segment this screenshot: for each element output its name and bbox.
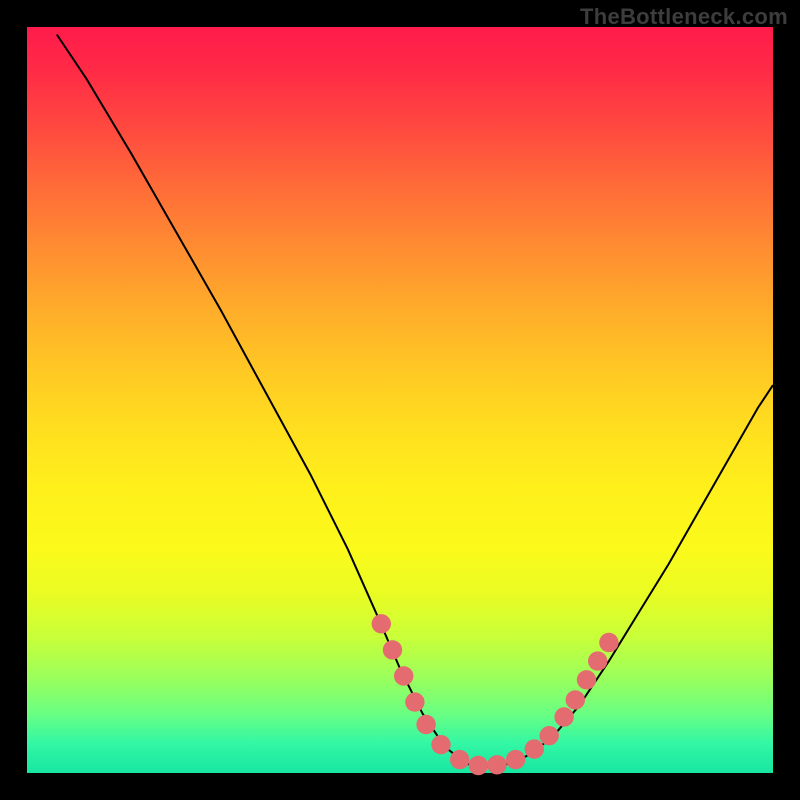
curve-layer [27,27,773,773]
highlight-dots-group [372,614,619,775]
highlight-dot [566,690,585,709]
highlight-dot [394,666,413,685]
highlight-dot [487,755,506,774]
highlight-dot [450,750,469,769]
highlight-dot [372,614,391,633]
highlight-dot [554,707,573,726]
highlight-dot [588,651,607,670]
bottleneck-curve [57,35,773,768]
highlight-dot [431,735,450,754]
highlight-dot [599,633,618,652]
watermark-text: TheBottleneck.com [580,4,788,30]
highlight-dot [525,739,544,758]
chart-frame: TheBottleneck.com [0,0,800,800]
highlight-dot [506,750,525,769]
highlight-dot [577,670,596,689]
highlight-dot [416,715,435,734]
plot-area [27,27,773,773]
highlight-dot [383,640,402,659]
highlight-dot [540,726,559,745]
highlight-dot [469,756,488,775]
highlight-dot [405,692,424,711]
